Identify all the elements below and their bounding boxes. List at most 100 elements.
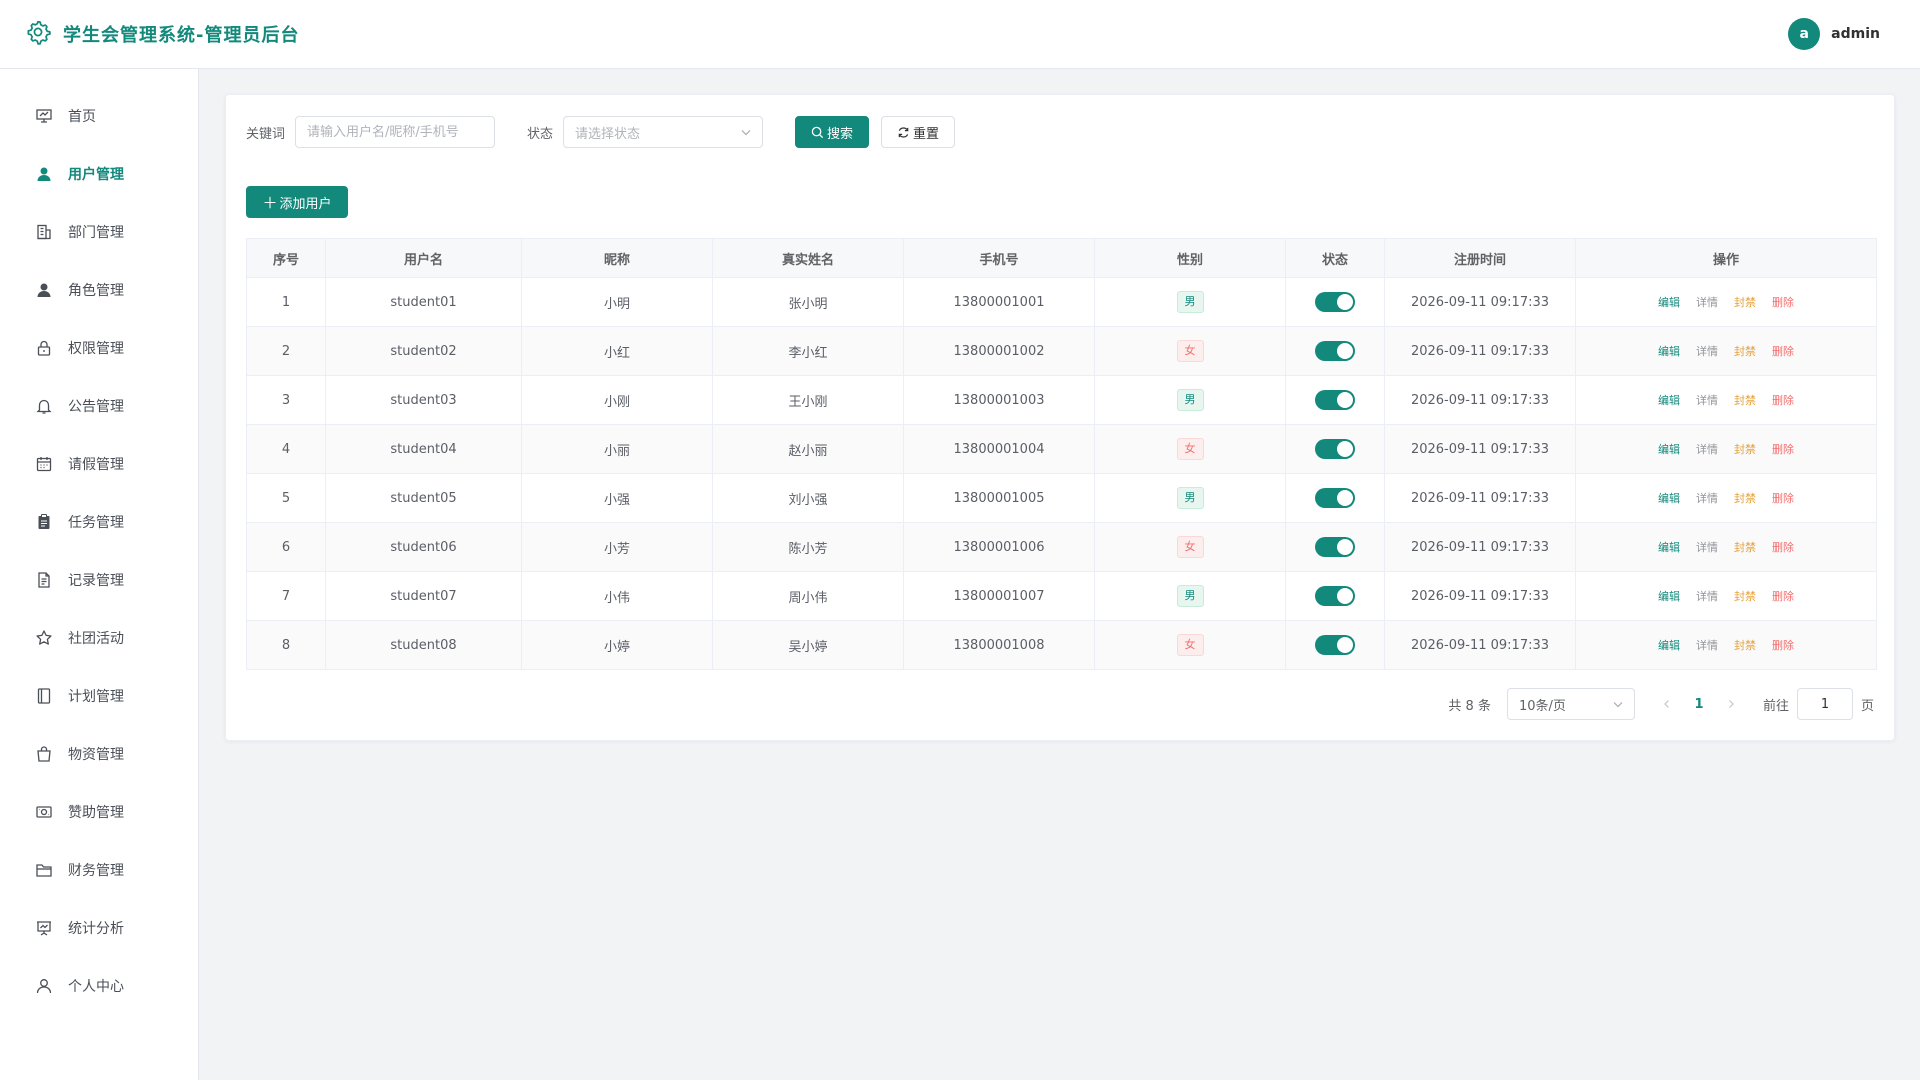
gender-tag: 男 (1176, 487, 1204, 509)
cell-nickname: 小丽 (521, 424, 713, 474)
sidebar-item-12[interactable]: 物资管理 (0, 725, 198, 783)
sidebar-item-10[interactable]: 社团活动 (0, 609, 198, 667)
username[interactable]: admin (1831, 26, 1880, 42)
status-toggle[interactable] (1315, 390, 1355, 410)
status-toggle[interactable] (1315, 537, 1355, 557)
delete-link[interactable]: 删除 (1772, 345, 1794, 358)
user-menu[interactable]: a admin (1788, 18, 1880, 50)
sidebar-item-11[interactable]: 计划管理 (0, 667, 198, 725)
star-icon (35, 629, 53, 647)
edit-link[interactable]: 编辑 (1658, 345, 1680, 358)
edit-link[interactable]: 编辑 (1658, 443, 1680, 456)
total-count: 共 8 条 (1448, 698, 1491, 714)
sidebar-item-13[interactable]: 赞助管理 (0, 783, 198, 841)
keyword-label: 关键词 (246, 126, 286, 142)
cell-actions: 编辑 详情 封禁 删除 (1575, 375, 1877, 425)
sidebar-item-1[interactable]: 首页 (0, 87, 198, 145)
cell-gender: 男 (1094, 473, 1286, 523)
clipboard-icon (35, 513, 53, 531)
sidebar-item-4[interactable]: 角色管理 (0, 261, 198, 319)
table-row: 5 student05 小强 刘小强 13800001005 男 2026-09-11 09… (246, 473, 1877, 523)
sidebar-item-14[interactable]: 财务管理 (0, 841, 198, 899)
page-number-current[interactable]: 1 (1683, 688, 1715, 720)
page-suffix: 页 (1860, 698, 1874, 714)
ban-link[interactable]: 封禁 (1734, 541, 1756, 554)
sidebar-item-8[interactable]: 任务管理 (0, 493, 198, 551)
ban-link[interactable]: 封禁 (1734, 443, 1756, 456)
delete-link[interactable]: 删除 (1772, 443, 1794, 456)
ban-link[interactable]: 封禁 (1734, 492, 1756, 505)
goto-page-input[interactable] (1796, 688, 1853, 720)
search-button[interactable]: 搜索 (795, 116, 870, 148)
search-bar: 关键词 状态 请选择状态 搜索 重置 (246, 116, 956, 148)
detail-link[interactable]: 详情 (1696, 492, 1718, 505)
sidebar-item-15[interactable]: 统计分析 (0, 899, 198, 957)
edit-link[interactable]: 编辑 (1658, 394, 1680, 407)
app-title: 学生会管理系统-管理员后台 (63, 25, 300, 46)
detail-link[interactable]: 详情 (1696, 590, 1718, 603)
delete-link[interactable]: 删除 (1772, 492, 1794, 505)
reset-button[interactable]: 重置 (881, 116, 956, 148)
ban-link[interactable]: 封禁 (1734, 296, 1756, 309)
column-header: 操作 (1575, 238, 1877, 278)
cell-realname: 赵小丽 (712, 424, 904, 474)
delete-link[interactable]: 删除 (1772, 590, 1794, 603)
detail-link[interactable]: 详情 (1696, 394, 1718, 407)
delete-link[interactable]: 删除 (1772, 639, 1794, 652)
sidebar-item-9[interactable]: 记录管理 (0, 551, 198, 609)
status-toggle[interactable] (1315, 586, 1355, 606)
cell-gender: 男 (1094, 571, 1286, 621)
gender-tag: 女 (1176, 340, 1204, 362)
sidebar-item-5[interactable]: 权限管理 (0, 319, 198, 377)
role-icon (35, 281, 53, 299)
detail-link[interactable]: 详情 (1696, 639, 1718, 652)
sidebar-item-16[interactable]: 个人中心 (0, 957, 198, 1015)
delete-link[interactable]: 删除 (1772, 296, 1794, 309)
cell-registered: 2026-09-11 09:17:33 (1384, 375, 1576, 425)
cell-username: student06 (325, 522, 522, 572)
ban-link[interactable]: 封禁 (1734, 394, 1756, 407)
detail-link[interactable]: 详情 (1696, 296, 1718, 309)
status-toggle[interactable] (1315, 439, 1355, 459)
delete-link[interactable]: 删除 (1772, 541, 1794, 554)
next-page-button[interactable] (1715, 688, 1747, 720)
add-user-button[interactable]: ＋ 添加用户 (246, 186, 348, 218)
column-header: 状态 (1285, 238, 1385, 278)
keyword-input[interactable] (295, 116, 496, 148)
sidebar-item-3[interactable]: 部门管理 (0, 203, 198, 261)
sidebar-item-label: 计划管理 (68, 689, 124, 705)
brand: 学生会管理系统-管理员后台 (25, 19, 299, 49)
edit-link[interactable]: 编辑 (1658, 590, 1680, 603)
status-toggle[interactable] (1315, 635, 1355, 655)
page-size-select[interactable]: 10条/页 (1506, 688, 1635, 720)
detail-link[interactable]: 详情 (1696, 443, 1718, 456)
cell-nickname: 小婷 (521, 620, 713, 670)
edit-link[interactable]: 编辑 (1658, 296, 1680, 309)
edit-link[interactable]: 编辑 (1658, 639, 1680, 652)
edit-link[interactable]: 编辑 (1658, 492, 1680, 505)
detail-link[interactable]: 详情 (1696, 345, 1718, 358)
cell-phone: 13800001007 (903, 571, 1095, 621)
cell-index: 3 (246, 375, 326, 425)
ban-link[interactable]: 封禁 (1734, 345, 1756, 358)
top-header: 学生会管理系统-管理员后台 a admin (0, 0, 1920, 69)
table-row: 1 student01 小明 张小明 13800001001 男 2026-09-11 09… (246, 277, 1877, 327)
sidebar-item-label: 首页 (68, 109, 96, 125)
sidebar-item-7[interactable]: 请假管理 (0, 435, 198, 493)
status-toggle[interactable] (1315, 488, 1355, 508)
status-toggle[interactable] (1315, 341, 1355, 361)
status-toggle[interactable] (1315, 292, 1355, 312)
ban-link[interactable]: 封禁 (1734, 639, 1756, 652)
sidebar-item-6[interactable]: 公告管理 (0, 377, 198, 435)
avatar[interactable]: a (1788, 18, 1821, 50)
delete-link[interactable]: 删除 (1772, 394, 1794, 407)
ban-link[interactable]: 封禁 (1734, 590, 1756, 603)
cell-status (1285, 375, 1385, 425)
sidebar-item-2[interactable]: 用户管理 (0, 145, 198, 203)
edit-link[interactable]: 编辑 (1658, 541, 1680, 554)
cell-registered: 2026-09-11 09:17:33 (1384, 424, 1576, 474)
detail-link[interactable]: 详情 (1696, 541, 1718, 554)
prev-page-button[interactable] (1651, 688, 1683, 720)
status-select[interactable]: 请选择状态 (563, 116, 764, 148)
cell-phone: 13800001001 (903, 277, 1095, 327)
